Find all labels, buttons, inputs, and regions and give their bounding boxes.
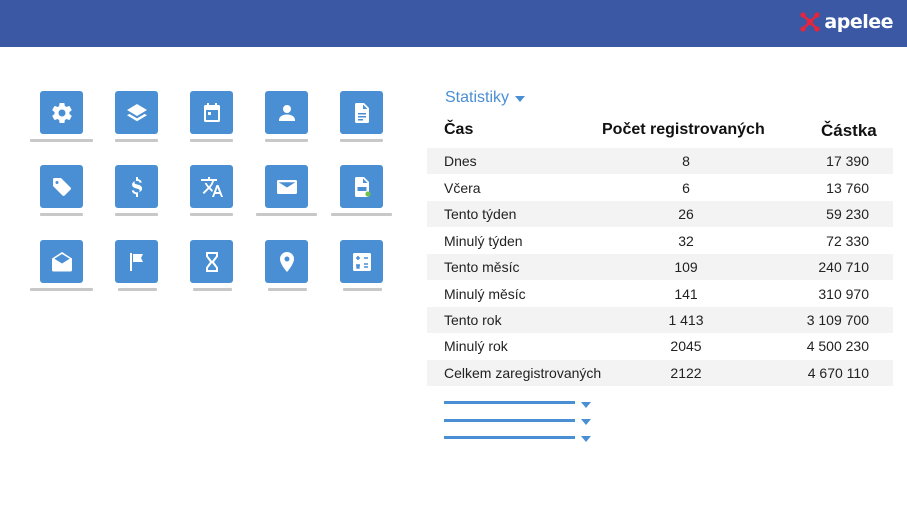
gear-icon <box>51 102 72 123</box>
row-label: Tento měsíc <box>444 259 520 275</box>
layers-icon <box>126 103 147 121</box>
filter-dropdown-1[interactable] <box>444 401 575 404</box>
row-amount: 4 670 110 <box>807 365 869 381</box>
logo-text: apelee <box>824 11 893 33</box>
row-label: Tento rok <box>444 312 502 328</box>
tile-underline <box>118 288 157 291</box>
table-row: Minulý týden 32 72 330 <box>427 228 893 254</box>
row-count: 26 <box>678 206 694 222</box>
tile-underline <box>340 139 383 142</box>
tile-underline <box>256 213 317 216</box>
tile-underline <box>343 288 382 291</box>
column-header-time: Čas <box>444 121 474 138</box>
dollar-icon <box>131 176 142 197</box>
calculator-tile[interactable] <box>340 240 383 283</box>
chevron-down-icon <box>515 96 526 102</box>
row-amount: 72 330 <box>826 233 869 249</box>
row-amount: 59 230 <box>826 206 869 222</box>
calculator-icon <box>352 252 371 271</box>
column-header-count: Počet registrovaných <box>602 121 765 138</box>
column-header-amount: Částka <box>821 121 877 140</box>
table-row: Tento týden 26 59 230 <box>427 201 893 227</box>
open-mail-tile[interactable] <box>40 240 83 283</box>
row-count: 141 <box>674 286 698 302</box>
csv-tile[interactable] <box>340 165 383 208</box>
dollar-tile[interactable] <box>115 165 158 208</box>
tile-underline <box>115 139 158 142</box>
document-icon <box>354 102 369 123</box>
row-amount: 310 970 <box>818 286 869 302</box>
table-row: Dnes 8 17 390 <box>427 148 893 174</box>
row-count: 32 <box>678 233 694 249</box>
tile-underline <box>193 288 232 291</box>
table-row: Minulý rok 2045 4 500 230 <box>427 333 893 359</box>
table-row: Tento rok 1 413 3 109 700 <box>427 307 893 333</box>
row-amount: 240 710 <box>818 259 869 275</box>
row-amount: 4 500 230 <box>806 338 869 354</box>
apelee-logo[interactable]: apelee <box>799 11 893 33</box>
row-label: Včera <box>444 180 481 196</box>
row-label: Dnes <box>444 153 477 169</box>
tile-underline <box>190 139 233 142</box>
document-tile[interactable] <box>340 91 383 134</box>
csv-file-icon <box>354 176 371 197</box>
top-bar: apelee <box>0 0 907 47</box>
table-row: Včera 6 13 760 <box>427 175 893 201</box>
table-row: Celkem zaregistrovaných 2122 4 670 110 <box>427 360 893 386</box>
row-count: 2122 <box>670 365 702 381</box>
table-row: Tento měsíc 109 240 710 <box>427 254 893 280</box>
row-count: 1 413 <box>668 312 704 328</box>
translate-tile[interactable] <box>190 165 233 208</box>
row-label: Tento týden <box>444 206 517 222</box>
tile-underline <box>268 288 307 291</box>
location-pin-icon <box>279 251 294 272</box>
row-count: 8 <box>682 153 690 169</box>
chevron-down-icon[interactable] <box>581 436 591 442</box>
row-count: 2045 <box>670 338 702 354</box>
layers-tile[interactable] <box>115 91 158 134</box>
tag-tile[interactable] <box>40 165 83 208</box>
tile-underline <box>265 139 308 142</box>
row-label: Minulý rok <box>444 338 508 354</box>
row-label: Minulý měsíc <box>444 286 526 302</box>
row-label: Celkem zaregistrovaných <box>444 365 602 381</box>
chevron-down-icon[interactable] <box>581 419 591 425</box>
location-tile[interactable] <box>265 240 308 283</box>
tile-underline <box>30 288 93 291</box>
flag-icon <box>129 252 143 271</box>
tile-underline <box>30 139 93 142</box>
open-mail-icon <box>51 251 72 271</box>
row-label: Minulý týden <box>444 233 523 249</box>
mail-icon <box>276 179 297 194</box>
row-count: 109 <box>674 259 698 275</box>
apelee-logo-mark-icon <box>800 12 821 32</box>
mail-tile[interactable] <box>265 165 308 208</box>
table-row: Minulý měsíc 141 310 970 <box>427 281 893 307</box>
user-tile[interactable] <box>265 91 308 134</box>
tile-underline <box>40 213 83 216</box>
settings-tile[interactable] <box>40 91 83 134</box>
calendar-icon <box>203 102 220 122</box>
statistics-title: Statistiky <box>445 89 510 106</box>
filter-dropdown-3[interactable] <box>444 436 575 439</box>
flag-tile[interactable] <box>115 240 158 283</box>
user-icon <box>278 104 295 121</box>
tile-underline <box>331 213 392 216</box>
tile-underline <box>190 213 233 216</box>
row-amount: 13 760 <box>826 180 869 196</box>
hourglass-tile[interactable] <box>190 240 233 283</box>
tag-icon <box>52 177 71 196</box>
calendar-tile[interactable] <box>190 91 233 134</box>
statistics-dropdown[interactable]: Statistiky <box>445 89 526 107</box>
translate-icon <box>200 176 223 197</box>
tile-underline <box>115 213 158 216</box>
hourglass-icon <box>205 251 218 272</box>
chevron-down-icon[interactable] <box>581 402 591 408</box>
row-amount: 3 109 700 <box>806 312 869 328</box>
filter-dropdown-2[interactable] <box>444 419 575 422</box>
row-amount: 17 390 <box>826 153 869 169</box>
row-count: 6 <box>682 180 690 196</box>
